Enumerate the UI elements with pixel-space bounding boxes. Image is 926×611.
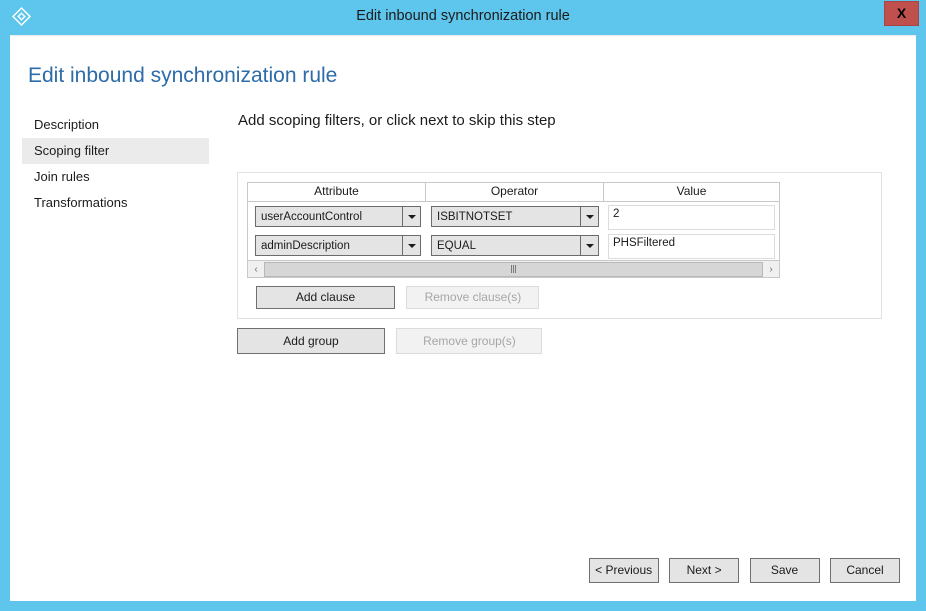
scrollbar-track[interactable] <box>264 261 763 277</box>
column-header-operator: Operator <box>426 183 604 201</box>
chevron-down-icon[interactable] <box>402 207 420 226</box>
clause-button-bar: Add clause Remove clause(s) <box>256 286 540 309</box>
chevron-down-icon[interactable] <box>580 236 598 255</box>
table-row: userAccountControl ISBITNOTSET 2 <box>248 202 779 231</box>
close-icon[interactable]: X <box>884 1 919 26</box>
operator-dropdown-value: EQUAL <box>437 239 476 252</box>
title-bar: Edit inbound synchronization rule X <box>0 0 926 33</box>
clause-table: Attribute Operator Value userAccountCont… <box>247 182 780 278</box>
column-header-value: Value <box>676 184 707 198</box>
scroll-left-icon[interactable]: ‹ <box>248 261 264 277</box>
cell-attribute: userAccountControl <box>248 202 426 227</box>
sidebar-item-scoping-filter[interactable]: Scoping filter <box>22 138 209 164</box>
cell-value: PHSFiltered <box>604 231 779 259</box>
horizontal-scrollbar[interactable]: ‹ › <box>248 260 779 277</box>
chevron-down-icon[interactable] <box>580 207 598 226</box>
cell-operator: EQUAL <box>426 231 604 256</box>
attribute-dropdown-value: userAccountControl <box>261 210 362 223</box>
step-heading: Add scoping filters, or click next to sk… <box>238 112 556 129</box>
operator-dropdown-value: ISBITNOTSET <box>437 210 513 223</box>
save-button[interactable]: Save <box>749 558 820 583</box>
scroll-right-icon[interactable]: › <box>763 261 779 277</box>
column-header-attribute: Attribute <box>248 183 426 201</box>
attribute-dropdown-value: adminDescription <box>261 239 350 252</box>
scrollbar-thumb[interactable] <box>264 261 763 277</box>
operator-dropdown[interactable]: ISBITNOTSET <box>431 206 599 227</box>
sidebar-item-description[interactable]: Description <box>22 112 209 138</box>
window-title: Edit inbound synchronization rule <box>356 8 570 24</box>
dialog-window: Edit inbound synchronization rule X Edit… <box>0 0 926 611</box>
next-button[interactable]: Next > <box>669 558 740 583</box>
attribute-dropdown[interactable]: userAccountControl <box>255 206 421 227</box>
scrollbar-grip-icon <box>510 265 517 273</box>
add-group-button[interactable]: Add group <box>237 328 385 354</box>
value-input[interactable]: PHSFiltered <box>608 234 775 259</box>
chevron-down-icon[interactable] <box>402 236 420 255</box>
cell-value: 2 <box>604 202 779 230</box>
cancel-button[interactable]: Cancel <box>830 558 900 583</box>
table-row: adminDescription EQUAL PHSFiltered <box>248 231 779 260</box>
scoping-filter-group: Attribute Operator Value userAccountCont… <box>237 172 882 319</box>
wizard-button-bar: < Previous Next > Save Cancel <box>583 558 900 583</box>
add-clause-button[interactable]: Add clause <box>256 286 395 309</box>
cell-attribute: adminDescription <box>248 231 426 256</box>
previous-button[interactable]: < Previous <box>588 558 659 583</box>
remove-clause-button: Remove clause(s) <box>406 286 540 309</box>
dialog-content: Edit inbound synchronization rule Descri… <box>10 35 916 601</box>
table-body: userAccountControl ISBITNOTSET 2 adminDe… <box>247 201 780 278</box>
attribute-dropdown[interactable]: adminDescription <box>255 235 421 256</box>
sidebar-item-join-rules[interactable]: Join rules <box>22 164 209 190</box>
table-header-row: Attribute Operator Value <box>247 182 780 201</box>
group-button-bar: Add group Remove group(s) <box>237 328 543 354</box>
value-input[interactable]: 2 <box>608 205 775 230</box>
main-pane: Add scoping filters, or click next to sk… <box>228 112 900 354</box>
cell-operator: ISBITNOTSET <box>426 202 604 227</box>
remove-group-button: Remove group(s) <box>396 328 543 354</box>
sidebar-item-transformations[interactable]: Transformations <box>22 190 209 216</box>
operator-dropdown[interactable]: EQUAL <box>431 235 599 256</box>
wizard-step-nav: Description Scoping filter Join rules Tr… <box>22 112 209 216</box>
page-title: Edit inbound synchronization rule <box>28 64 338 87</box>
